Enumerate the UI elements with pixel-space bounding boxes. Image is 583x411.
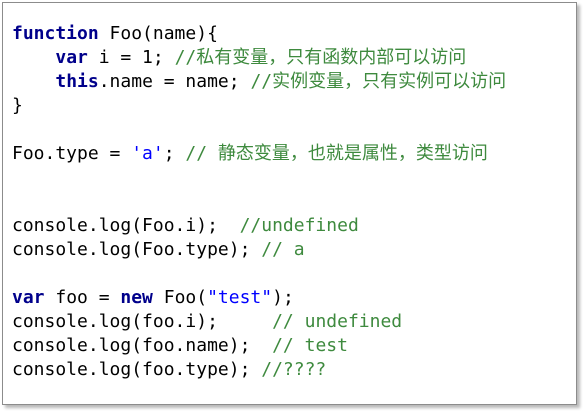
code-keyword: new <box>120 287 153 308</box>
code-text: console.log(foo.name); <box>12 335 273 356</box>
code-line: function Foo(name){ <box>12 22 506 46</box>
code-line: var foo = new Foo("test"); <box>12 286 506 310</box>
code-line: console.log(foo.type); //???? <box>12 358 506 382</box>
code-text: console.log(Foo.type); <box>12 239 262 260</box>
code-line: Foo.type = 'a'; // 静态变量，也就是属性，类型访问 <box>12 142 506 166</box>
code-text: console.log(Foo.i); <box>12 215 240 236</box>
code-line: console.log(foo.name); // test <box>12 334 506 358</box>
code-text: console.log(foo.type); <box>12 359 262 380</box>
code-keyword: this <box>55 71 99 92</box>
code-text: ); <box>272 287 294 308</box>
code-text: i = 1; <box>87 47 175 68</box>
code-line: var i = 1; //私有变量，只有函数内部可以访问 <box>12 46 506 70</box>
code-text: foo = <box>44 287 121 308</box>
code-text: console.log(foo.i); <box>12 311 273 332</box>
code-line: } <box>12 94 506 118</box>
code-line: this.name = name; //实例变量，只有实例可以访问 <box>12 70 506 94</box>
code-text: .name = name; <box>98 71 251 92</box>
code-line: console.log(Foo.type); // a <box>12 238 506 262</box>
code-comment: // a <box>261 239 305 260</box>
code-text: Foo.type = <box>12 143 132 164</box>
code-comment: // 静态变量，也就是属性，类型访问 <box>185 143 488 164</box>
code-line: console.log(foo.i); // undefined <box>12 310 506 334</box>
code-comment: // undefined <box>272 311 403 332</box>
code-text: Foo(name){ <box>98 23 218 44</box>
code-string: 'a' <box>131 143 164 164</box>
code-comment: //实例变量，只有实例可以访问 <box>250 71 507 92</box>
code-comment: //私有变量，只有函数内部可以访问 <box>174 47 467 68</box>
code-text: ; <box>163 143 186 164</box>
code-block: function Foo(name){ var i = 1; //私有变量，只有… <box>12 22 506 382</box>
code-text: } <box>12 95 23 116</box>
code-comment: //???? <box>261 359 327 380</box>
code-comment: // test <box>272 335 348 356</box>
code-string: "test" <box>207 287 273 308</box>
code-line: console.log(Foo.i); //undefined <box>12 214 506 238</box>
code-comment: //undefined <box>239 215 359 236</box>
code-keyword: var <box>12 287 45 308</box>
code-keyword: var <box>55 47 88 68</box>
code-keyword: function <box>12 23 99 44</box>
code-text: Foo( <box>152 287 208 308</box>
code-panel: function Foo(name){ var i = 1; //私有变量，只有… <box>2 2 577 405</box>
